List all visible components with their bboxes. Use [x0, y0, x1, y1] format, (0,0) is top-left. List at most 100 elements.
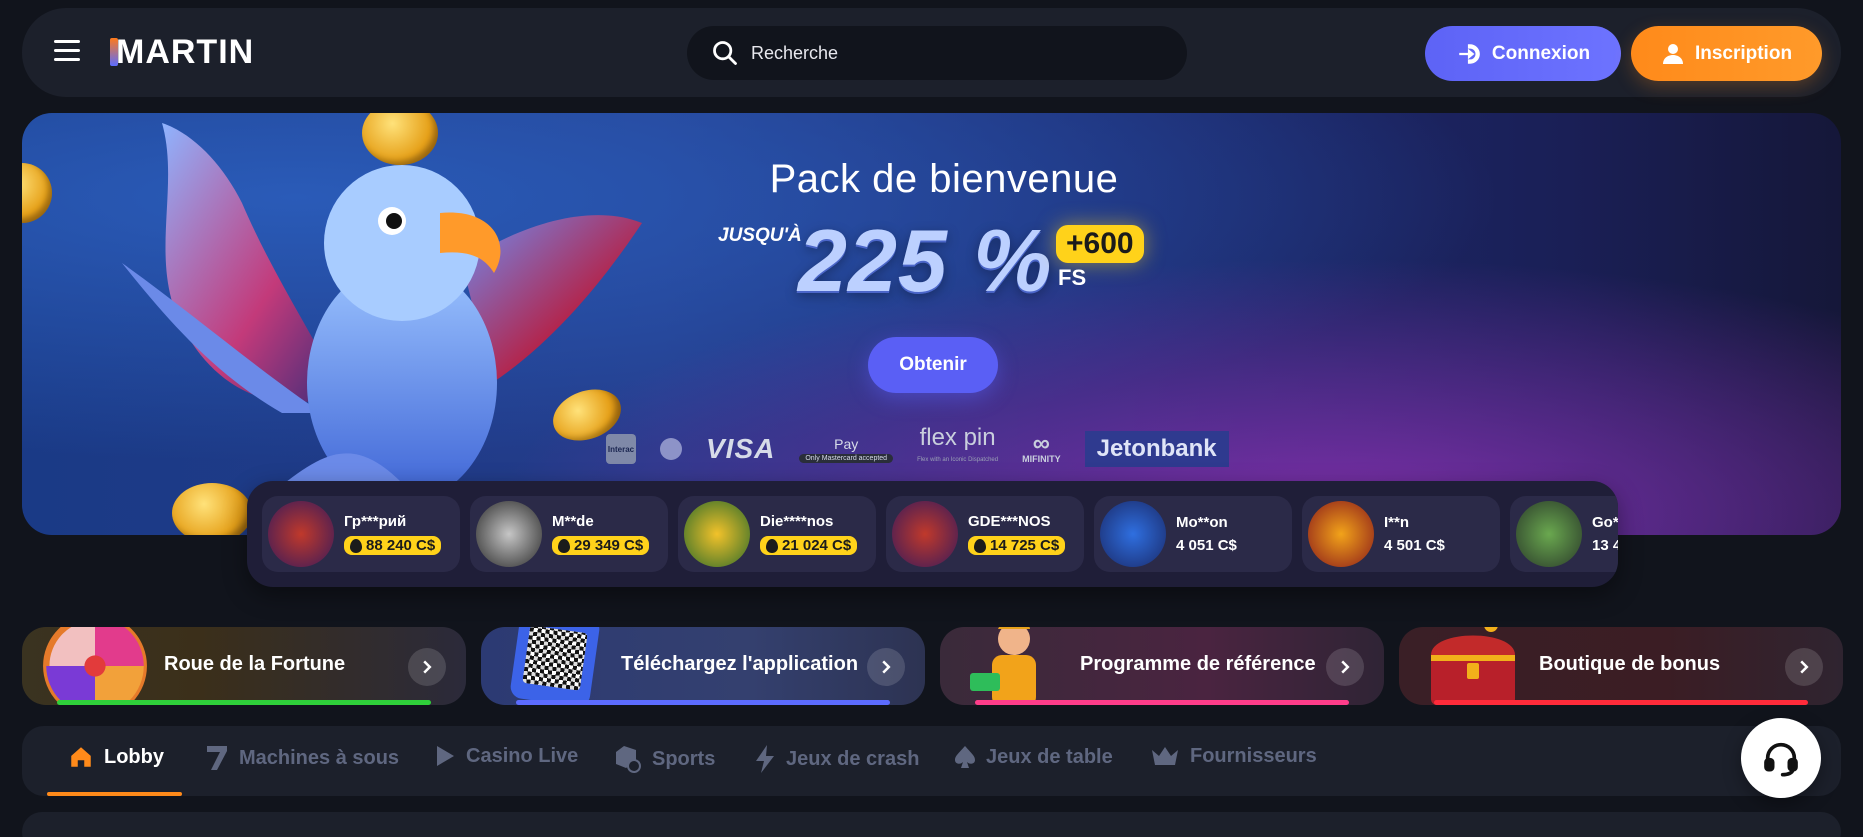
- win-amount: 88 240 C$: [344, 536, 442, 555]
- chevron-right-icon[interactable]: [408, 648, 446, 686]
- apple-pay-label: Pay: [834, 435, 859, 452]
- promo-label: Programme de référence: [1080, 653, 1316, 675]
- winner-name: Mo**on: [1176, 514, 1228, 531]
- promo-accent-bar: [975, 700, 1349, 705]
- mifinity-label: MIFINITY: [1022, 454, 1061, 464]
- active-tab-underline: [47, 792, 182, 796]
- promo-accent-bar: [516, 700, 890, 705]
- tab-sports[interactable]: Sports: [612, 744, 715, 774]
- search-icon: [713, 41, 737, 65]
- tab-providers[interactable]: Fournisseurs: [1150, 744, 1317, 768]
- win-amount-value: 4 051 C$: [1176, 537, 1237, 554]
- login-button[interactable]: Connexion: [1425, 26, 1621, 81]
- win-amount: 21 024 C$: [760, 536, 858, 555]
- promo-label: Téléchargez l'application: [621, 653, 859, 675]
- winner-card[interactable]: Die****nos 21 024 C$: [678, 496, 876, 572]
- get-bonus-button[interactable]: Obtenir: [868, 337, 998, 393]
- winner-card[interactable]: I**n 4 501 C$: [1302, 496, 1500, 572]
- game-thumbnail: [1516, 501, 1582, 567]
- flame-icon: [766, 538, 778, 553]
- winner-card[interactable]: Go* 13 4: [1510, 496, 1618, 572]
- tab-table-games[interactable]: Jeux de table: [954, 744, 1113, 770]
- content-panel: [22, 812, 1841, 837]
- login-label: Connexion: [1491, 42, 1591, 64]
- download-app-card[interactable]: Téléchargez l'application: [481, 627, 925, 705]
- logo-text: MARTIN: [116, 32, 255, 71]
- payment-methods: Interac VISA Pay Only Mastercard accepte…: [606, 424, 1229, 471]
- login-arrow-icon: [1459, 43, 1480, 64]
- chevron-right-icon[interactable]: [1326, 648, 1364, 686]
- apple-pay-logo: Pay Only Mastercard accepted: [799, 435, 894, 463]
- infinity-icon: ∞: [1032, 430, 1050, 457]
- winner-name: Die****nos: [760, 513, 834, 530]
- game-thumbnail: [892, 501, 958, 567]
- flame-icon: [558, 538, 570, 553]
- promo-accent-bar: [1434, 700, 1808, 705]
- register-button[interactable]: Inscription: [1631, 26, 1822, 81]
- sports-icon: [616, 746, 641, 773]
- tab-lobby[interactable]: Lobby: [68, 744, 164, 770]
- free-spins-unit: FS: [1058, 265, 1087, 290]
- win-amount: 29 349 C$: [552, 536, 650, 555]
- top-header: MARTIN Connexion Inscription: [22, 8, 1841, 97]
- promo-accent-bar: [57, 700, 431, 705]
- promo-label: Boutique de bonus: [1539, 653, 1721, 675]
- search-input[interactable]: [751, 42, 1151, 64]
- tab-live-casino[interactable]: Casino Live: [434, 744, 578, 768]
- game-thumbnail: [1308, 501, 1374, 567]
- search-bar[interactable]: [687, 26, 1187, 80]
- win-amount-value: 14 725 C$: [990, 537, 1060, 554]
- hero-banner[interactable]: Pack de bienvenue JUSQU'À 225 % +600 FS …: [22, 113, 1841, 535]
- tab-slots[interactable]: Machines à sous: [205, 744, 399, 772]
- win-amount-value: 4 501 C$: [1384, 537, 1445, 554]
- tab-label: Sports: [652, 747, 716, 770]
- payment-dot-logo: [660, 438, 682, 460]
- user-icon: [1662, 43, 1683, 64]
- tab-crash-games[interactable]: Jeux de crash: [754, 744, 919, 774]
- winner-name: M**de: [552, 513, 594, 530]
- tab-label: Casino Live: [466, 744, 579, 767]
- wheel-icon: [43, 627, 147, 705]
- jetonbank-logo: Jetonbank: [1084, 431, 1229, 467]
- game-thumbnail: [1100, 501, 1166, 567]
- wheel-of-fortune-card[interactable]: Roue de la Fortune: [22, 627, 466, 705]
- tab-label: Fournisseurs: [1190, 744, 1317, 767]
- chevron-right-icon[interactable]: [867, 648, 905, 686]
- flame-icon: [350, 538, 362, 553]
- winner-name: GDE***NOS: [968, 513, 1051, 530]
- hamburger-menu-icon[interactable]: [54, 40, 80, 64]
- recent-winners-ticker: Гр***рий 88 240 C$ M**de 29 349 C$ Die**…: [247, 481, 1618, 587]
- winner-name: I**n: [1384, 514, 1410, 531]
- tab-label: Machines à sous: [239, 746, 400, 769]
- play-icon: [437, 746, 454, 766]
- interac-logo: Interac: [606, 434, 636, 464]
- winner-card[interactable]: M**de 29 349 C$: [470, 496, 668, 572]
- flexepin-label: flex pin: [919, 424, 996, 451]
- winner-name: Гр***рий: [344, 513, 407, 530]
- flexepin-logo: flex pin Flex with an Iconic Dispatched: [917, 424, 998, 471]
- chevron-right-icon[interactable]: [1785, 648, 1823, 686]
- crown-icon: [1152, 747, 1178, 765]
- hero-percent: 225 %: [798, 211, 1053, 310]
- winner-card[interactable]: GDE***NOS 14 725 C$: [886, 496, 1084, 572]
- win-amount-value: 21 024 C$: [782, 537, 852, 554]
- apple-pay-note: Only Mastercard accepted: [799, 453, 894, 463]
- category-nav: Lobby Machines à sous Casino Live Sports…: [22, 726, 1841, 796]
- register-label: Inscription: [1694, 42, 1793, 64]
- free-spins-badge: +600: [1056, 225, 1144, 263]
- spade-icon: [955, 746, 975, 768]
- support-chat-button[interactable]: [1741, 718, 1821, 798]
- game-thumbnail: [476, 501, 542, 567]
- logo[interactable]: MARTIN: [110, 32, 254, 72]
- tab-label: Jeux de table: [986, 745, 1113, 768]
- winner-card[interactable]: Mo**on 4 051 C$: [1094, 496, 1292, 572]
- hero-title: Pack de bienvenue: [769, 157, 1119, 201]
- qr-code-icon: [509, 627, 601, 705]
- referral-program-card[interactable]: Programme de référence: [940, 627, 1384, 705]
- win-amount-value: 88 240 C$: [366, 537, 436, 554]
- tab-label: Lobby: [104, 745, 164, 768]
- winner-card[interactable]: Гр***рий 88 240 C$: [262, 496, 460, 572]
- hero-upto: JUSQU'À: [718, 225, 802, 246]
- win-amount-value: 29 349 C$: [574, 537, 644, 554]
- bonus-shop-card[interactable]: Boutique de bonus: [1399, 627, 1843, 705]
